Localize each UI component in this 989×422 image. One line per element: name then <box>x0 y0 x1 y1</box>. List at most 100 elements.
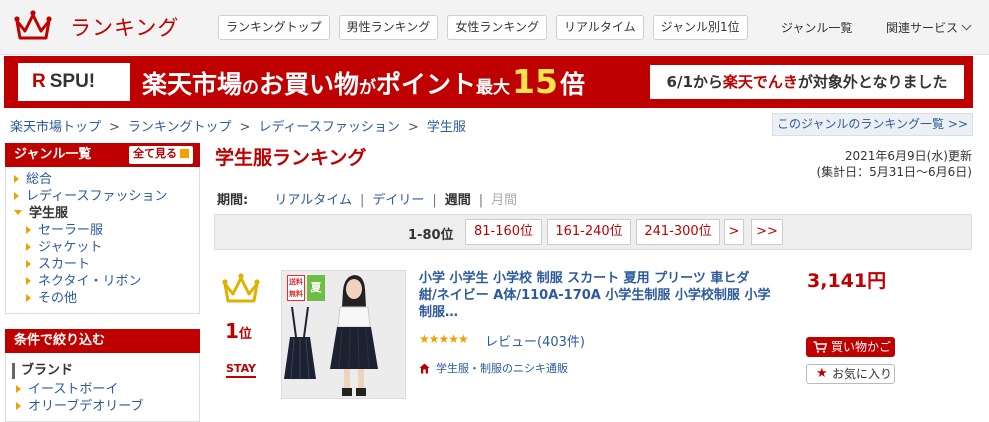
breadcrumb-separator: > <box>239 120 251 135</box>
period-realtime[interactable]: リアルタイム <box>274 193 352 208</box>
pagination-81-160[interactable]: 81-160位 <box>465 219 542 245</box>
genre-item-skirt[interactable]: スカート <box>14 256 199 273</box>
nav-women-ranking[interactable]: 女性ランキング <box>447 15 547 40</box>
genre-ranking-list-link[interactable]: このジャンルのランキング一覧 >> <box>772 113 973 136</box>
pagination-current: 1-80位 <box>408 228 454 243</box>
promo-banner[interactable]: R SPU! 楽天市場のお買い物がポイント最大15倍 6/1から楽天でんきが対象外… <box>4 56 973 108</box>
genre-item-ladies[interactable]: レディースファッション <box>14 188 199 205</box>
promo-part: 最大 <box>476 78 511 98</box>
filter-title: 条件で絞り込む <box>14 333 106 348</box>
brand-item-label: イーストボーイ <box>28 382 119 397</box>
period-daily[interactable]: デイリー <box>372 193 424 208</box>
brand-filter-heading: ブランド <box>12 363 199 379</box>
spu-logo: R SPU! <box>18 63 130 101</box>
breadcrumb-separator: > <box>109 120 120 135</box>
review-link[interactable]: レビュー(403件) <box>485 331 585 350</box>
notice-part: が対象外となりました <box>797 73 948 91</box>
genre-list-title: ジャンル一覧 <box>14 147 92 162</box>
favorite-button[interactable]: ★ お気に入り <box>806 364 895 384</box>
product-title-link[interactable]: 小学 小学生 小学校 制服 スカート 夏用 プリーツ 車ヒダ 紺/ネイビー A体… <box>419 270 771 321</box>
genre-item-all[interactable]: 総合 <box>14 171 199 188</box>
promo-part: が <box>359 78 377 98</box>
rank-number: 1位 <box>225 319 252 343</box>
genre-list-link[interactable]: ジャンル一覧 <box>781 19 852 36</box>
free-shipping-badge: 送料無料 <box>287 275 305 301</box>
filter-heading: 条件で絞り込む <box>5 329 200 353</box>
nav-men-ranking[interactable]: 男性ランキング <box>338 15 439 40</box>
promo-text: 楽天市場のお買い物がポイント最大15倍 <box>142 64 585 108</box>
genre-item-label: レディースファッション <box>26 189 168 204</box>
chevron-down-icon <box>961 20 972 31</box>
spu-label: SPU! <box>49 71 96 92</box>
crown-icon[interactable] <box>14 9 52 43</box>
nav-ranking-top[interactable]: ランキングトップ <box>218 15 330 40</box>
nav-realtime[interactable]: リアルタイム <box>555 15 644 40</box>
see-all-button[interactable]: 全て見る <box>129 146 193 164</box>
triangle-right-icon <box>26 226 31 234</box>
rank-value: 1 <box>225 319 239 343</box>
genre-item-label: ネクタイ・リボン <box>38 274 142 289</box>
notice-box: 6/1から楽天でんきが対象外となりました <box>650 65 964 99</box>
triangle-right-icon <box>26 277 31 285</box>
related-services-menu[interactable]: 関連サービス <box>886 19 972 36</box>
filter-sidebar: 条件で絞り込む ブランド イーストボーイ オリーブデオリーブ <box>5 329 200 422</box>
shop-link[interactable]: 学生服・制服のニシキ通販 <box>419 360 568 376</box>
genre-item-label: 総合 <box>26 172 53 187</box>
genre-item-sailor[interactable]: セーラー服 <box>14 222 199 239</box>
brand-item-eastboy[interactable]: イーストボーイ <box>6 381 199 398</box>
rank-status: STAY <box>226 362 256 378</box>
breadcrumb-school-uniform[interactable]: 学生服 <box>427 120 466 135</box>
notice-part: 6/1から <box>666 73 723 91</box>
promo-part: 倍 <box>559 70 585 99</box>
triangle-right-icon <box>16 402 21 410</box>
triangle-right-icon <box>26 294 31 302</box>
header: ランキング ランキングトップ 男性ランキング 女性ランキング リアルタイム ジャ… <box>0 0 989 55</box>
star-icon: ★ <box>816 366 828 381</box>
gold-crown-icon <box>222 273 260 303</box>
breadcrumb-ranking-top[interactable]: ランキングトップ <box>128 120 232 135</box>
ranking-logo[interactable]: ランキング <box>70 12 179 42</box>
related-services-label: 関連サービス <box>886 21 959 35</box>
period-divider: | <box>478 193 484 208</box>
brand-item-olive[interactable]: オリーブデオリーブ <box>6 398 199 415</box>
genre-item-label: その他 <box>38 291 78 306</box>
period-divider: | <box>432 193 437 208</box>
pagination-next[interactable]: > <box>724 219 744 245</box>
period-divider: | <box>359 193 365 208</box>
add-to-cart-button[interactable]: 買い物かご <box>806 337 895 357</box>
nav-genre-first[interactable]: ジャンル別1位 <box>652 15 748 40</box>
genre-item-jacket[interactable]: ジャケット <box>14 239 199 256</box>
breadcrumb-ladies-fashion[interactable]: レディースファッション <box>258 120 399 135</box>
pagination-241-300[interactable]: 241-300位 <box>636 219 720 245</box>
genre-item-label: 学生服 <box>29 206 69 221</box>
genre-item-school-uniform[interactable]: 学生服 <box>14 205 199 222</box>
product-image[interactable]: 送料無料 夏 <box>281 270 406 399</box>
promo-multiplier: 15 <box>512 62 558 101</box>
see-all-label: 全て見る <box>133 147 177 160</box>
updated-date: 2021年6月9日(水)更新 <box>844 149 972 163</box>
period-label: 期間: <box>217 193 249 208</box>
triangle-right-icon <box>14 192 19 200</box>
rating-stars: ★★★★★ <box>419 332 469 346</box>
update-info: 2021年6月9日(水)更新 (集計日：5月31日～6月6日) <box>816 148 972 180</box>
period-weekly: 週間 <box>444 193 471 208</box>
pagination: 1-80位 81-160位 161-240位 241-300位 > >> <box>214 214 972 250</box>
favorite-label: お気に入り <box>832 367 893 381</box>
brand-item-label: オリーブデオリーブ <box>28 399 144 414</box>
genre-item-other[interactable]: その他 <box>14 290 199 307</box>
header-nav: ランキングトップ 男性ランキング 女性ランキング リアルタイム ジャンル別1位 <box>218 15 748 40</box>
aggregation-period: (集計日：5月31日～6月6日) <box>816 165 972 179</box>
pagination-161-240[interactable]: 161-240位 <box>547 219 631 245</box>
triangle-down-icon <box>14 210 22 215</box>
genre-item-tie-ribbon[interactable]: ネクタイ・リボン <box>14 273 199 290</box>
page-title: 学生服ランキング <box>215 147 367 169</box>
genre-item-label: セーラー服 <box>38 223 104 238</box>
rakuten-r-logo: R <box>32 71 46 92</box>
shop-home-icon <box>419 363 430 374</box>
triangle-right-icon <box>26 260 31 268</box>
triangle-right-icon <box>26 243 31 251</box>
rank-suffix: 位 <box>238 327 252 342</box>
genre-list: 総合 レディースファッション 学生服 セーラー服 ジャケット スカート ネクタイ… <box>5 167 200 314</box>
pagination-last[interactable]: >> <box>751 219 783 245</box>
breadcrumb-rakuten-top[interactable]: 楽天市場トップ <box>10 120 101 135</box>
